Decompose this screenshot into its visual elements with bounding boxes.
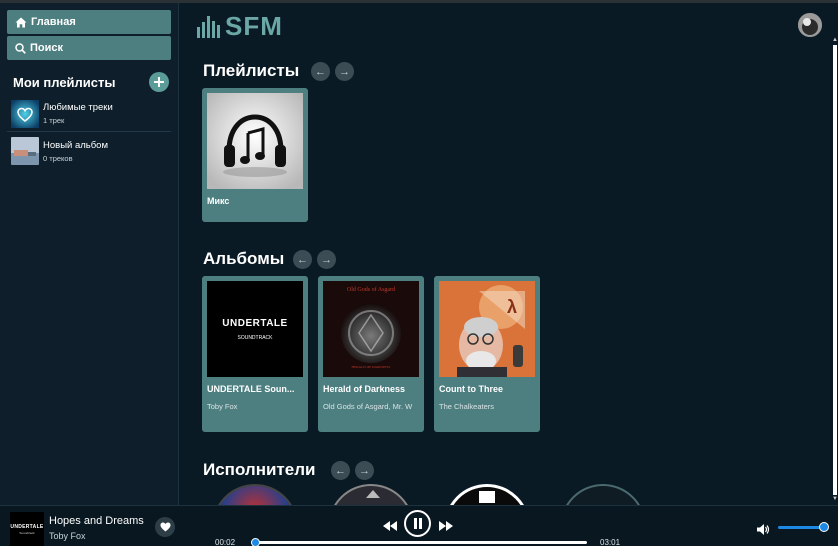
artist-avatar[interactable] [560, 484, 646, 505]
rewind-icon [383, 521, 397, 531]
sidebar-playlist-favorites[interactable]: Любимые треки 1 трек [7, 96, 171, 132]
progress-bar[interactable] [251, 538, 587, 546]
playlist-thumbnail [11, 137, 39, 165]
now-playing-artist: Toby Fox [49, 531, 86, 541]
my-playlists-header: Мои плейлисты [13, 70, 169, 94]
artist-avatar[interactable] [328, 484, 414, 505]
nav-home-label: Главная [31, 16, 76, 28]
volume-icon [757, 524, 770, 535]
like-track-button[interactable] [155, 517, 175, 537]
fast-forward-icon [439, 521, 453, 531]
playlist-track-count: 0 треков [43, 153, 73, 163]
search-icon [15, 42, 26, 54]
play-pause-button[interactable] [404, 510, 431, 537]
scroll-down-icon[interactable]: ▼ [832, 496, 838, 502]
cover-text: UNDERTALE [10, 523, 44, 530]
playlist-name: Любимые треки [43, 102, 113, 113]
time-total: 03:01 [600, 538, 621, 546]
playlist-thumbnail [11, 99, 39, 128]
nav-home-button[interactable]: Главная [7, 10, 171, 34]
add-playlist-button[interactable] [149, 72, 169, 92]
previous-button[interactable] [383, 518, 397, 536]
sidebar: Главная Поиск Мои плейлисты Любимые трек… [0, 3, 179, 505]
next-button[interactable] [439, 518, 453, 536]
nav-search-label: Поиск [30, 42, 64, 54]
player-bar: UNDERTALE Soundtrack Hopes and Dreams To… [0, 505, 838, 546]
volume-button[interactable] [757, 522, 770, 540]
plus-icon [154, 77, 164, 87]
nav-search-button[interactable]: Поиск [7, 36, 171, 60]
playlist-name: Новый альбом [43, 139, 108, 151]
pause-icon [413, 518, 422, 529]
heart-icon [160, 522, 170, 532]
artist-avatar[interactable] [444, 484, 530, 505]
artist-avatar[interactable] [212, 484, 298, 505]
sidebar-playlist-new-album[interactable]: Новый альбом 0 треков [7, 134, 171, 168]
cover-subtext: Soundtrack [19, 530, 35, 535]
home-icon [15, 17, 27, 27]
now-playing-title: Hopes and Dreams [49, 515, 144, 527]
progress-knob[interactable] [251, 538, 260, 546]
volume-knob[interactable] [819, 522, 829, 532]
my-playlists-title: Мои плейлисты [13, 74, 116, 90]
time-current: 00:02 [215, 538, 236, 546]
playlist-track-count: 1 трек [43, 116, 65, 125]
artists-row [180, 3, 828, 505]
scrollbar-thumb[interactable] [833, 45, 837, 495]
now-playing-cover: UNDERTALE Soundtrack [10, 512, 44, 546]
scroll-up-icon[interactable]: ▲ [832, 37, 838, 43]
